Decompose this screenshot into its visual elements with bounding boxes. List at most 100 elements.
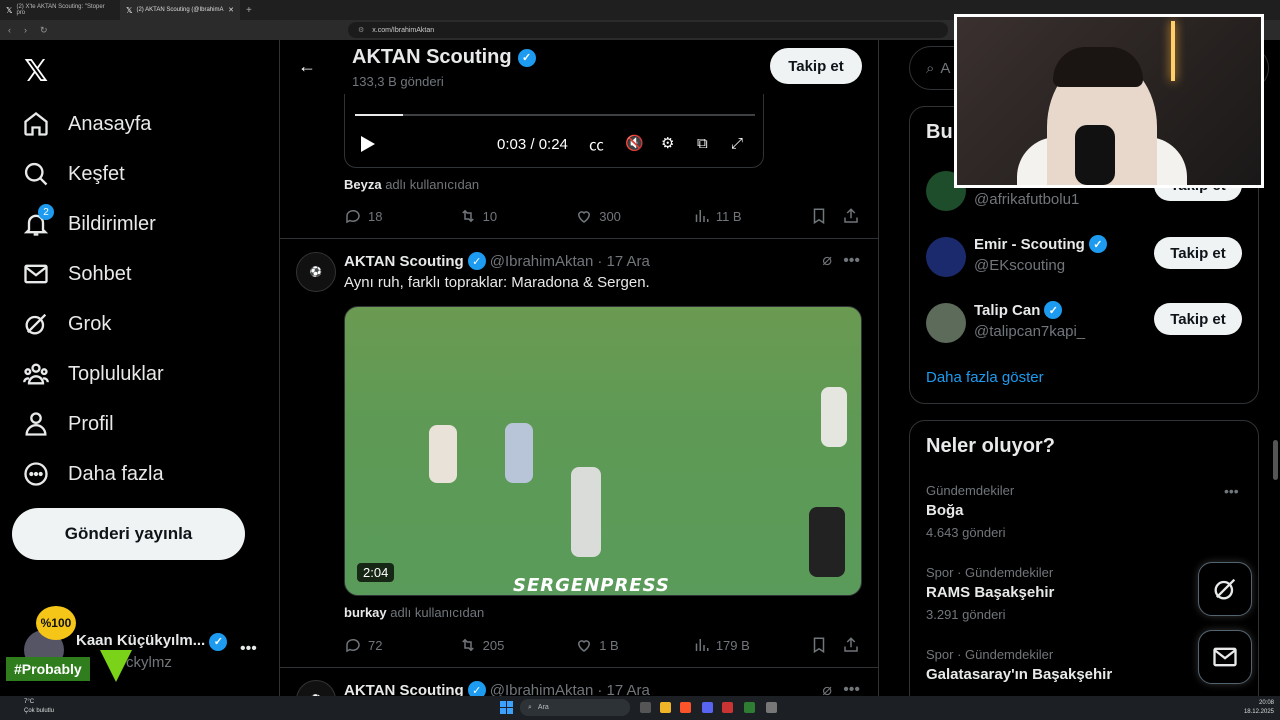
taskbar-clock[interactable]: 20:08 18.12.2025: [1236, 699, 1274, 717]
trend-name: Galatasaray'ın Başakşehir: [926, 666, 1113, 683]
messages-fab-button[interactable]: [1198, 630, 1252, 684]
envelope-icon: [24, 264, 48, 284]
more-dots-icon[interactable]: •••: [1224, 483, 1239, 499]
tweet-date[interactable]: · 17 Ara: [597, 253, 650, 270]
file-explorer-icon[interactable]: [660, 702, 671, 713]
nav-item-profile[interactable]: Profil: [22, 404, 114, 444]
author-handle[interactable]: @IbrahimAktan: [490, 682, 594, 697]
share-icon: [844, 208, 858, 223]
app-icon[interactable]: [744, 702, 755, 713]
verified-icon: ✓: [209, 632, 228, 651]
back-arrow-icon[interactable]: ←: [298, 56, 316, 77]
grok-icon[interactable]: ⌀: [822, 680, 832, 696]
tab-label: (2) AKTAN Scouting (@IbrahimA: [136, 7, 224, 13]
browser-tab[interactable]: 𝕏 (2) X'te AKTAN Scouting: "Stoper pro: [0, 0, 120, 20]
credit-user[interactable]: burkay: [344, 605, 387, 620]
light-strip: [1171, 21, 1175, 81]
nav-label: Topluluklar: [68, 362, 164, 385]
trend-item[interactable]: Spor · Gündemdekiler Galatasaray'ın Başa…: [926, 647, 1244, 683]
browser-tab-active[interactable]: 𝕏 (2) AKTAN Scouting (@IbrahimA ✕: [120, 0, 240, 20]
bookmark-icon: [814, 208, 825, 225]
forward-nav-icon[interactable]: ›: [24, 25, 32, 35]
nav-item-grok[interactable]: Grok: [22, 304, 111, 344]
address-field[interactable]: ⚙ x.com/IbrahimAktan: [348, 22, 948, 38]
close-tab-icon[interactable]: ✕: [228, 6, 234, 14]
trend-count: 4.643 gönderi: [926, 525, 1006, 540]
views-button[interactable]: 179 B: [692, 636, 811, 654]
bookmark-icon: [814, 637, 825, 654]
avatar[interactable]: ⚽: [296, 680, 336, 696]
reply-button[interactable]: 72: [344, 636, 459, 654]
weather-temp: 7°C: [24, 699, 35, 705]
reply-button[interactable]: 18: [344, 207, 459, 225]
bookmark-button[interactable]: [810, 636, 842, 654]
views-button[interactable]: 11 B: [692, 207, 811, 225]
author-handle[interactable]: @IbrahimAktan: [490, 253, 594, 270]
scrollbar[interactable]: [1273, 440, 1278, 480]
credit-suffix: adlı kullanıcıdan: [390, 605, 485, 620]
nav-item-notifications[interactable]: 2 Bildirimler: [22, 204, 156, 244]
grok-fab-button[interactable]: [1198, 562, 1252, 616]
trend-item[interactable]: Spor · Gündemdekiler RAMS Başakşehir 3.2…: [926, 565, 1244, 622]
trend-item[interactable]: Gündemdekiler Boğa 4.643 gönderi: [926, 483, 1244, 540]
avatar[interactable]: ⚽: [296, 252, 336, 292]
more-dots-icon[interactable]: •••: [240, 640, 257, 658]
follow-button[interactable]: Takip et: [1154, 303, 1242, 335]
credit-user[interactable]: Beyza: [344, 177, 382, 192]
play-icon[interactable]: [361, 136, 375, 152]
captions-icon[interactable]: ㏄: [589, 134, 604, 155]
taskbar-search[interactable]: ⌕ Ara: [520, 699, 630, 716]
mute-icon[interactable]: 🔇: [625, 134, 644, 152]
task-view-icon[interactable]: [640, 702, 651, 713]
follow-button[interactable]: Takip et: [1154, 237, 1242, 269]
follow-button[interactable]: Takip et: [770, 48, 862, 84]
follow-suggestion[interactable]: Emir - Scouting ✓ @EKscouting Takip et: [926, 229, 1244, 281]
nav-item-explore[interactable]: Keşfet: [22, 154, 125, 194]
video-player[interactable]: 0:03 / 0:24 ㏄ 🔇 ⚙ ⧉ ⤢: [344, 94, 764, 168]
envelope-icon: [1213, 647, 1237, 667]
windows-start-icon[interactable]: [500, 701, 513, 714]
app-icon[interactable]: [722, 702, 733, 713]
x-logo-icon[interactable]: 𝕏: [24, 54, 48, 89]
divider: [280, 238, 878, 239]
more-dots-icon[interactable]: •••: [843, 252, 860, 270]
follow-suggestion[interactable]: Talip Can ✓ @talipcan7kapi_ Takip et: [926, 295, 1244, 347]
site-info-icon[interactable]: ⚙: [358, 26, 364, 34]
nav-item-home[interactable]: Anasayfa: [22, 104, 151, 144]
video-progress-bar[interactable]: [355, 114, 755, 116]
reload-icon[interactable]: ↻: [40, 25, 48, 36]
like-button[interactable]: 1 B: [575, 636, 692, 654]
more-dots-icon[interactable]: •••: [843, 681, 860, 696]
repost-icon: [461, 638, 474, 652]
like-button[interactable]: 300: [575, 207, 692, 225]
app-icon[interactable]: [766, 702, 777, 713]
back-nav-icon[interactable]: ‹: [8, 25, 16, 35]
nav-item-messages[interactable]: Sohbet: [22, 254, 131, 294]
bookmark-button[interactable]: [810, 207, 842, 225]
grok-icon[interactable]: ⌀: [822, 250, 832, 269]
tweet-text: Aynı ruh, farklı topraklar: Maradona & S…: [344, 274, 650, 291]
credit-note: Beyza adlı kullanıcıdan: [344, 177, 479, 192]
new-tab-icon[interactable]: +: [246, 5, 252, 16]
discord-icon[interactable]: [702, 702, 713, 713]
pip-icon[interactable]: ⧉: [697, 134, 708, 152]
settings-icon[interactable]: ⚙: [661, 134, 674, 152]
brave-browser-icon[interactable]: [680, 702, 691, 713]
url-text: x.com/IbrahimAktan: [372, 26, 435, 34]
show-more-link[interactable]: Daha fazla göster: [926, 369, 1044, 386]
nav-item-communities[interactable]: Topluluklar: [22, 354, 164, 394]
tweet-date[interactable]: · 17 Ara: [597, 682, 650, 697]
author-name[interactable]: AKTAN Scouting: [344, 682, 464, 697]
repost-button[interactable]: 10: [459, 207, 576, 225]
taskbar-search-text: Ara: [537, 704, 549, 711]
post-button[interactable]: Gönderi yayınla: [12, 508, 245, 560]
nav-item-more[interactable]: Daha fazla: [22, 454, 164, 494]
author-name[interactable]: AKTAN Scouting: [344, 253, 464, 270]
fullscreen-icon[interactable]: ⤢: [731, 134, 743, 152]
page-title: AKTAN Scouting ✓: [352, 46, 536, 69]
share-button[interactable]: [842, 207, 860, 225]
share-button[interactable]: [842, 636, 860, 654]
repost-button[interactable]: 205: [459, 636, 576, 654]
weather-widget[interactable]: 7°C Çok bulutlu: [24, 698, 54, 716]
video-thumbnail[interactable]: 2:04 SERGENPRESS: [344, 306, 862, 596]
